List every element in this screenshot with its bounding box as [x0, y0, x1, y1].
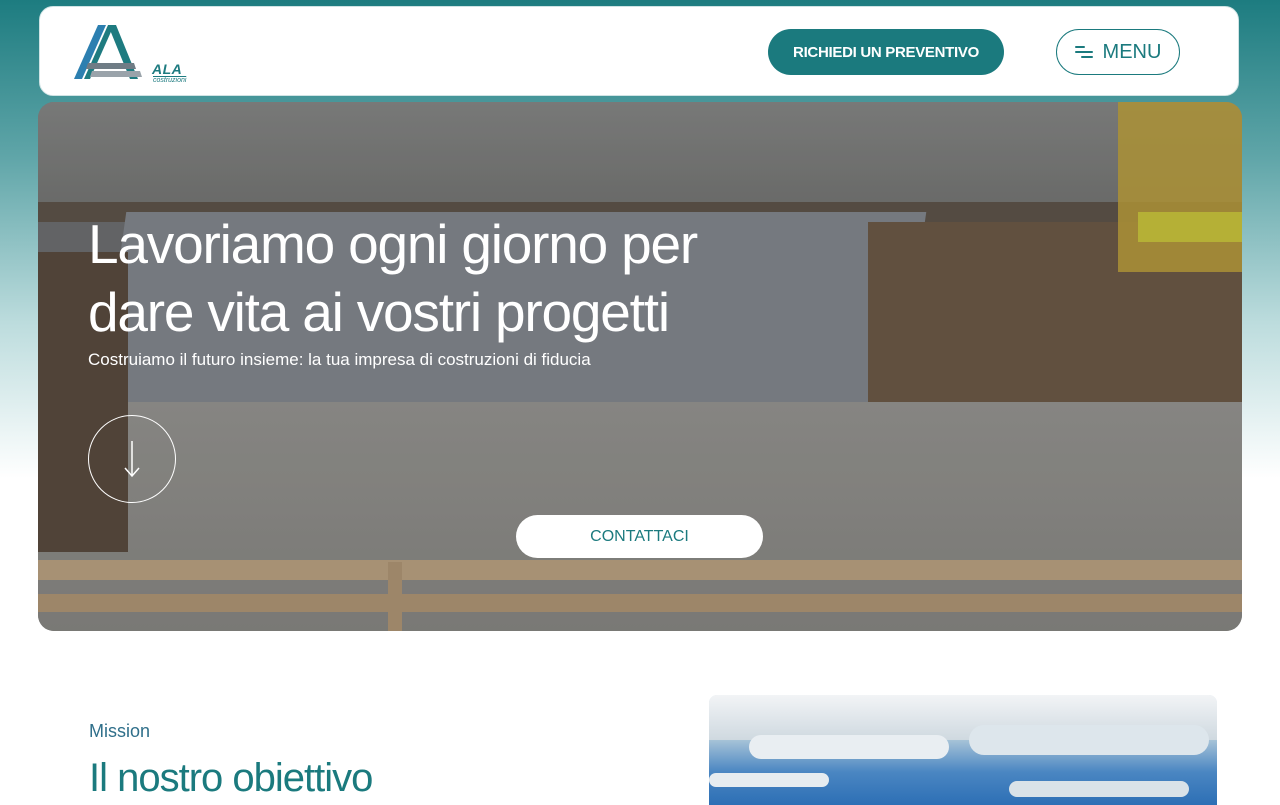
mission-title: Il nostro obiettivo — [89, 756, 373, 800]
menu-button[interactable]: MENU — [1056, 29, 1180, 75]
request-quote-button[interactable]: RICHIEDI UN PREVENTIVO — [768, 29, 1004, 75]
mission-sky-image — [709, 695, 1217, 805]
logo-name: ALA — [152, 61, 183, 77]
logo-mark-icon — [74, 25, 142, 79]
hero-banner: Lavoriamo ogni giorno per dare vita ai v… — [38, 102, 1242, 631]
arrow-down-icon — [124, 441, 140, 478]
logo-subtitle: costruzioni — [153, 76, 187, 84]
menu-lines-icon — [1074, 45, 1093, 59]
contact-button[interactable]: CONTATTACI — [516, 515, 763, 558]
menu-label: MENU — [1102, 40, 1162, 63]
scroll-down-button[interactable] — [88, 415, 176, 503]
hero-subtitle: Costruiamo il futuro insieme: la tua imp… — [88, 350, 591, 369]
mission-label: Mission — [89, 721, 151, 741]
hero-title: Lavoriamo ogni giorno per dare vita ai v… — [88, 213, 698, 343]
site-header: ALA costruzioni RICHIEDI UN PREVENTIVO M… — [39, 6, 1239, 96]
logo[interactable]: ALA costruzioni — [74, 23, 204, 85]
